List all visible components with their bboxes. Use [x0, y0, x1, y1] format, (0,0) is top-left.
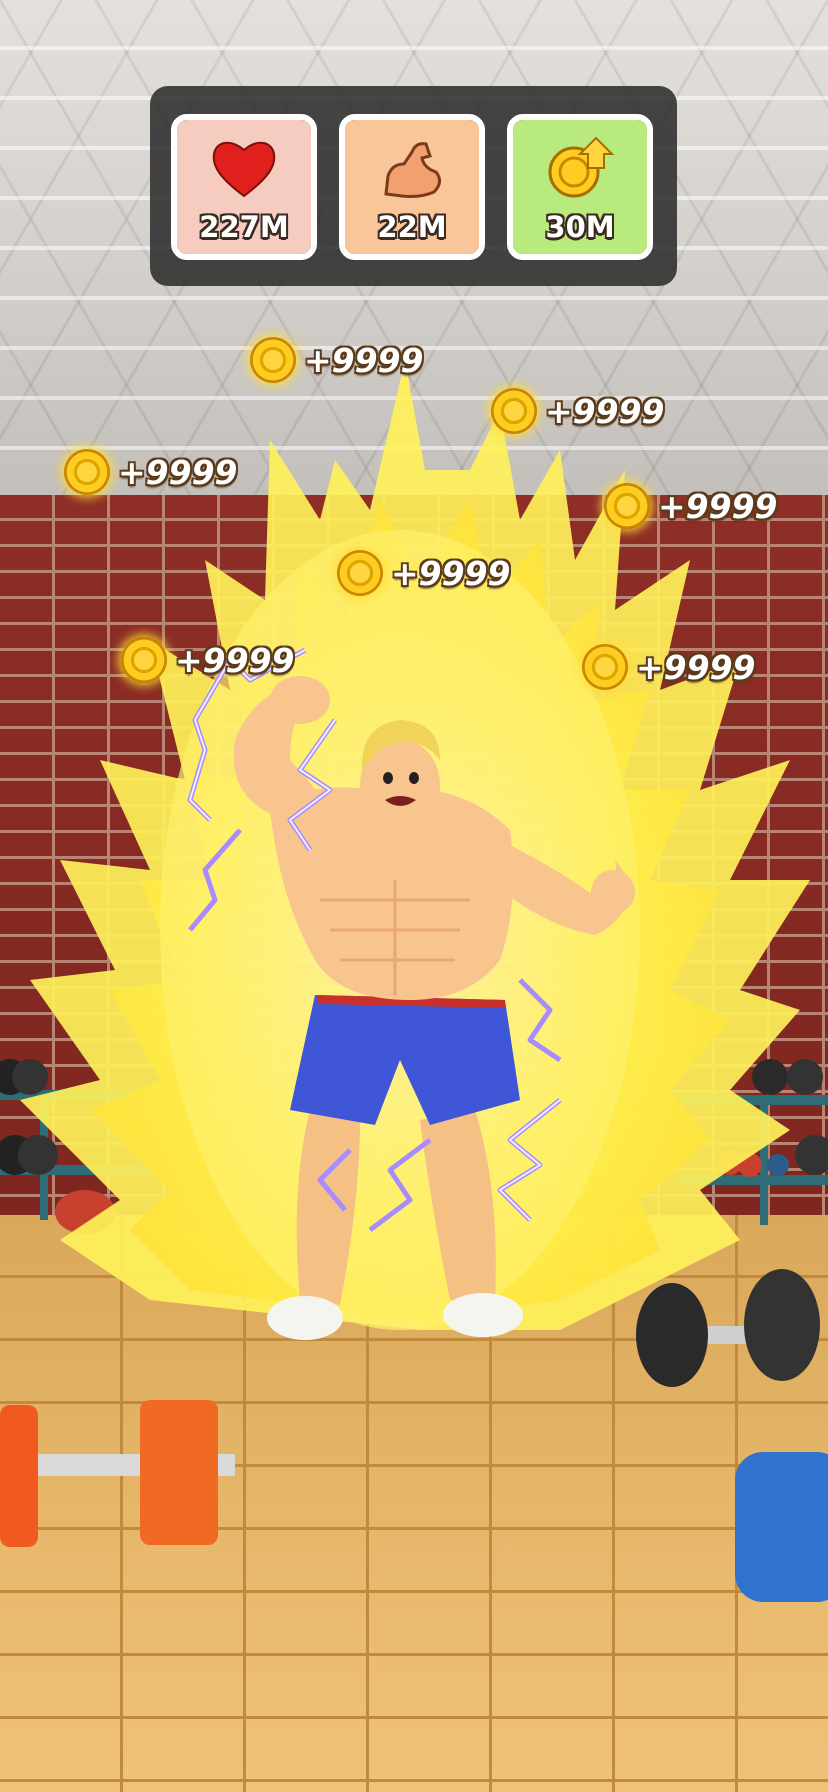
- coin-icon: [604, 483, 650, 529]
- coin-popup: +9999: [604, 482, 778, 530]
- strength-stat-card[interactable]: 22M: [339, 114, 485, 260]
- coin-popup: +9999: [64, 448, 238, 496]
- health-value: 227M: [199, 210, 289, 244]
- coin-amount: +9999: [118, 452, 238, 492]
- coin-popup: +9999: [582, 643, 756, 691]
- coin-icon: [337, 550, 383, 596]
- coin-icon: [491, 388, 537, 434]
- gym-scene[interactable]: 227M 22M 30M +9999 +9999 +9999 +9999 +99…: [0, 0, 828, 1792]
- coin-amount: +9999: [304, 340, 424, 380]
- coin-amount: +9999: [636, 647, 756, 687]
- foreground-dumbbell-black: [636, 1269, 820, 1387]
- flexed-bicep-icon: [384, 142, 441, 198]
- income-stat-card[interactable]: 30M: [507, 114, 653, 260]
- health-stat-card[interactable]: 227M: [171, 114, 317, 260]
- coin-amount: +9999: [175, 640, 295, 680]
- coin-icon: [121, 637, 167, 683]
- foreground-weight-blue: [735, 1452, 828, 1602]
- coin-upgrade-icon: [548, 136, 614, 198]
- coin-icon: [582, 644, 628, 690]
- heart-icon: [212, 141, 276, 198]
- coin-amount: +9999: [391, 553, 511, 593]
- income-value: 30M: [545, 210, 615, 244]
- foreground-dumbbell-orange: [0, 1400, 235, 1547]
- coin-popup: +9999: [491, 387, 665, 435]
- strength-value: 22M: [377, 210, 447, 244]
- coin-icon: [250, 337, 296, 383]
- coin-icon: [64, 449, 110, 495]
- coin-amount: +9999: [545, 391, 665, 431]
- coin-amount: +9999: [658, 486, 778, 526]
- coin-popup: +9999: [121, 636, 295, 684]
- coin-popup: +9999: [337, 549, 511, 597]
- coin-popup: +9999: [250, 336, 424, 384]
